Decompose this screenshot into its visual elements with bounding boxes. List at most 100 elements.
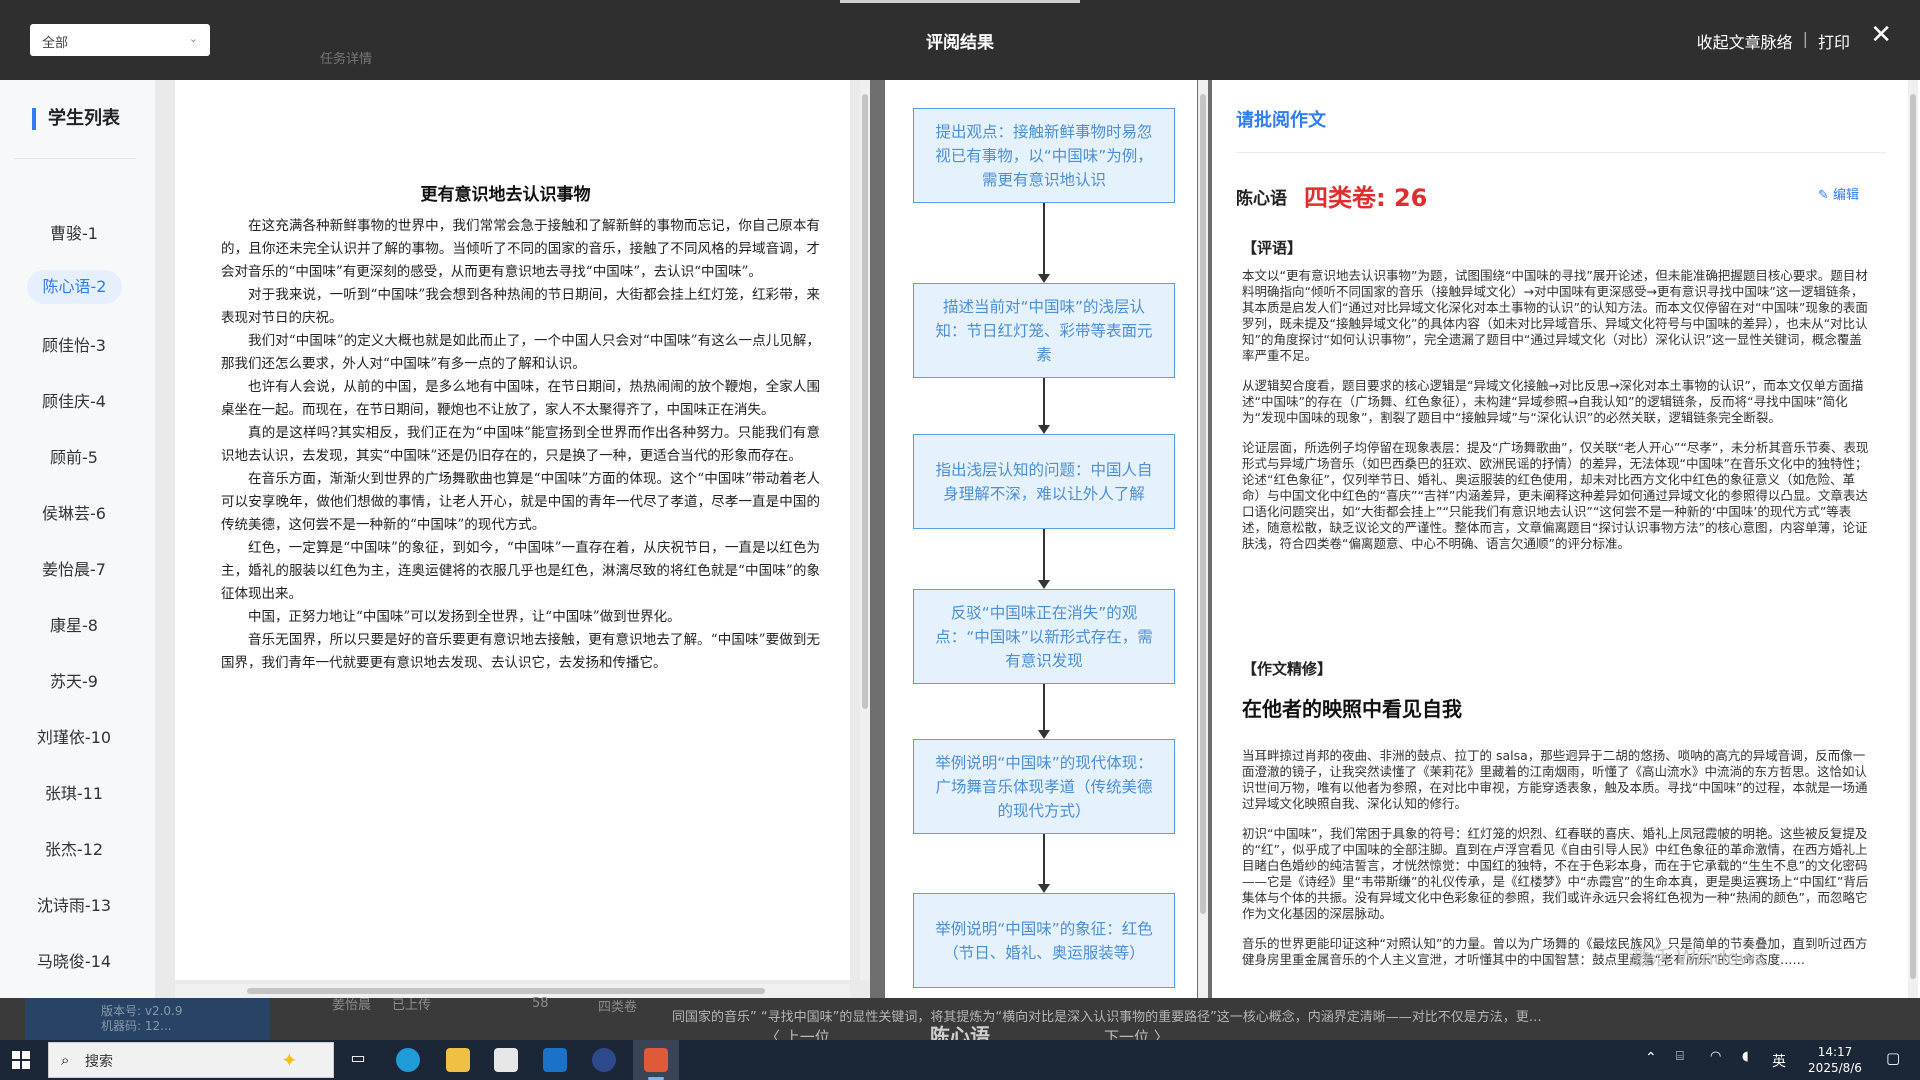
flow-connector: [1043, 684, 1045, 730]
app-icon[interactable]: [592, 1048, 616, 1072]
grade-score: 四类卷: 26: [1304, 184, 1428, 212]
essay-paragraph: 真的是这样吗?其实相反，我们正在为“中国味”能宣扬到全世界而作出各种努力。只能我…: [221, 425, 820, 464]
flow-connector: [1043, 529, 1045, 580]
review-vertical-scrollbar[interactable]: [1908, 80, 1918, 998]
comment-body: 本文以“更有意识地去认识事物”为题，试图围绕“中国味的寻找”展开论述，但未能准确…: [1242, 268, 1872, 566]
chevron-up-icon[interactable]: ⌃: [1645, 1050, 1657, 1080]
essay-panel: 更有意识地去认识事物 在这充满各种新鲜事物的世界中，我们常常会急于接触和了解新鲜…: [155, 80, 870, 998]
windows-activation-watermark: 激活 Windows: [1630, 946, 1766, 970]
row-comment: 同国家的音乐” “寻找中国味”的显性关键词，将其提炼为“横向对比是深入认识事物的…: [672, 1010, 1542, 1025]
wifi-icon[interactable]: ◠: [1710, 1049, 1721, 1080]
version-info: 版本号: v2.0.9 机器码: 12...: [25, 998, 270, 1040]
polish-paragraph: 音乐的世界更能印证这种“对照认知”的力量。曾以为广场舞的《最炫民族风》只是简单的…: [1242, 936, 1868, 967]
notification-icon[interactable]: ▢: [1886, 1049, 1900, 1080]
sidebar-student-item[interactable]: 马晓俊-14: [0, 948, 148, 972]
ime-indicator[interactable]: 英: [1772, 1051, 1786, 1080]
version-label: 版本号: v2.0.9: [101, 1004, 183, 1018]
pencil-icon: ✎: [1818, 188, 1834, 203]
essay-paragraph: 中国，正努力地让“中国味”可以发扬到全世界，让“中国味”做到世界化。: [248, 609, 681, 625]
grading-app-icon[interactable]: [644, 1048, 668, 1072]
flow-step: 反驳“中国味正在消失”的观点：“中国味”以新形式存在，需有意识发现: [913, 589, 1175, 684]
essay-title: 更有意识地去认识事物: [420, 185, 591, 205]
essay-paragraph: 在这充满各种新鲜事物的世界中，我们常常会急于接触和了解新鲜的事物而忘记，你自己原…: [221, 218, 820, 280]
action-separator: |: [1802, 29, 1808, 48]
edge-browser-icon[interactable]: [396, 1048, 420, 1072]
review-header: 请批阅作文: [1236, 110, 1326, 131]
flow-step: 提出观点：接触新鲜事物时易忽视已有事物，以“中国味”为例，需更有意识地认识: [913, 108, 1175, 203]
sidebar-student-item[interactable]: 曹骏-1: [0, 220, 148, 244]
flow-connector: [1043, 203, 1045, 274]
comment-heading: 【评语】: [1242, 239, 1303, 257]
file-explorer-icon[interactable]: [446, 1048, 470, 1072]
sidebar-student-item[interactable]: 张杰-12: [0, 836, 148, 860]
polish-body: 当耳畔掠过肖邦的夜曲、非洲的鼓点、拉丁的 salsa，那些迥异于二胡的悠扬、唢呐…: [1242, 748, 1872, 994]
sidebar-student-item[interactable]: 侯琳芸-6: [0, 500, 148, 524]
search-placeholder: 搜索: [85, 1054, 113, 1070]
sparkle-icon: ✦: [281, 1048, 298, 1072]
collapse-outline-button[interactable]: 收起文章脉络: [1697, 29, 1793, 53]
essay-horizontal-scrollbar[interactable]: [175, 984, 850, 998]
flow-step: 举例说明“中国味”的象征：红色（节日、婚礼、奥运服装等）: [913, 893, 1175, 988]
row-grade: 四类卷: [598, 1000, 638, 1015]
edit-button[interactable]: ✎ 编辑: [1818, 184, 1859, 203]
sidebar-student-item[interactable]: 姜怡晨-7: [0, 556, 148, 580]
row-score: 58: [532, 996, 549, 1011]
polish-title: 在他者的映照中看见自我: [1242, 697, 1462, 721]
comment-paragraph: 从逻辑契合度看，题目要求的核心逻辑是“异域文化接触→对比反思→深化对本土事物的认…: [1242, 378, 1864, 425]
outlook-icon[interactable]: [543, 1048, 567, 1072]
flow-step: 指出浅层认知的问题：中国人自身理解不深，难以让外人了解: [913, 434, 1175, 529]
windows-start-icon[interactable]: [12, 1051, 30, 1069]
essay-vertical-scrollbar[interactable]: [860, 80, 870, 980]
arrow-down-icon: [1038, 274, 1050, 283]
essay-paragraph: 对于我来说，一听到“中国味”我会想到各种热闹的节日期间，大街都会挂上红灯笼，红彩…: [221, 287, 820, 326]
clock-time: 14:17: [1817, 1045, 1853, 1059]
network-icon[interactable]: ⌸: [1676, 1049, 1684, 1080]
machine-label: 机器码: 12...: [101, 1019, 172, 1033]
task-view-icon[interactable]: ▭: [346, 1048, 370, 1072]
polish-paragraph: 当耳畔掠过肖邦的夜曲、非洲的鼓点、拉丁的 salsa，那些迥异于二胡的悠扬、唢呐…: [1242, 748, 1868, 811]
taskbar-search[interactable]: ⌕ 搜索 ✦: [48, 1042, 334, 1078]
arrow-down-icon: [1038, 425, 1050, 434]
store-icon[interactable]: [494, 1048, 518, 1072]
sidebar-student-item[interactable]: 张琪-11: [0, 780, 148, 804]
flow-connector: [1043, 378, 1045, 425]
sidebar-student-item[interactable]: 顾前-5: [0, 444, 148, 468]
top-bar: 任务详情 全部 ⌄ 评阅结果 收起文章脉络 | 打印 ✕: [0, 0, 1920, 80]
tab-indicator: [840, 0, 1080, 3]
print-button[interactable]: 打印: [1818, 29, 1850, 53]
clock-date: 2025/8/6: [1808, 1061, 1862, 1075]
essay-paragraph: 我们对“中国味”的定义大概也就是如此而止了，一个中国人只会对“中国味”有这么一点…: [221, 333, 820, 372]
sidebar-student-item[interactable]: 顾佳庆-4: [0, 388, 148, 412]
outline-flow-panel: 提出观点：接触新鲜事物时易忽视已有事物，以“中国味”为例，需更有意识地认识 描述当…: [885, 80, 1197, 998]
flow-step: 举例说明“中国味”的现代体现：广场舞音乐体现孝道（传统美德的现代方式）: [913, 739, 1175, 834]
arrow-down-icon: [1038, 580, 1050, 589]
sidebar-title: 学生列表: [32, 108, 120, 130]
scrollbar-thumb[interactable]: [1910, 94, 1916, 979]
system-clock[interactable]: 14:17 2025/8/6: [1790, 1044, 1880, 1076]
essay-paragraph: 红色，一定算是“中国味”的象征，到如今，“中国味”一直存在着，从庆祝节日，一直是…: [221, 540, 820, 602]
sidebar-student-item[interactable]: 沈诗雨-13: [0, 892, 148, 916]
scrollbar-thumb[interactable]: [862, 94, 868, 709]
flow-step: 描述当前对“中国味”的浅层认知：节日红灯笼、彩带等表面元素: [913, 283, 1175, 378]
student-name: 陈心语: [1236, 189, 1287, 209]
flow-vertical-scrollbar[interactable]: [1198, 80, 1208, 998]
row-status: 已上传: [392, 998, 432, 1013]
sidebar-student-item[interactable]: 陈心语-2: [27, 270, 122, 304]
scrollbar-thumb[interactable]: [1200, 94, 1206, 914]
essay-paragraph: 也许有人会说，从前的中国，是多么地有中国味，在节日期间，热热闹闹的放个鞭炮，全家…: [221, 379, 820, 418]
sidebar-student-item[interactable]: 苏天-9: [0, 668, 148, 692]
review-panel: 请批阅作文 陈心语 四类卷: 26 ✎ 编辑 【评语】 本文以“更有意识地去认识…: [1212, 80, 1920, 998]
volume-icon[interactable]: ◖: [1742, 1049, 1749, 1080]
page-title: 评阅结果: [926, 33, 994, 53]
top-actions: 收起文章脉络 | 打印: [1697, 29, 1850, 53]
scrollbar-thumb[interactable]: [247, 988, 765, 994]
comment-paragraph: 本文以“更有意识地去认识事物”为题，试图围绕“中国味的寻找”展开论述，但未能准确…: [1242, 268, 1868, 363]
essay-body: 在这充满各种新鲜事物的世界中，我们常常会急于接触和了解新鲜的事物而忘记，你自己原…: [221, 215, 820, 675]
essay-page: 更有意识地去认识事物 在这充满各种新鲜事物的世界中，我们常常会急于接触和了解新鲜…: [175, 80, 850, 980]
polish-heading: 【作文精修】: [1242, 660, 1333, 678]
sidebar-student-item[interactable]: 刘瑾依-10: [0, 724, 148, 748]
sidebar-student-item[interactable]: 康星-8: [0, 612, 148, 636]
close-icon[interactable]: ✕: [1870, 22, 1892, 48]
sidebar-student-item[interactable]: 顾佳怡-3: [0, 332, 148, 356]
student-sidebar: 学生列表 曹骏-1 陈心语-2 顾佳怡-3 顾佳庆-4 顾前-5 侯琳芸-6 姜怡晨-7 康星…: [0, 80, 155, 1027]
